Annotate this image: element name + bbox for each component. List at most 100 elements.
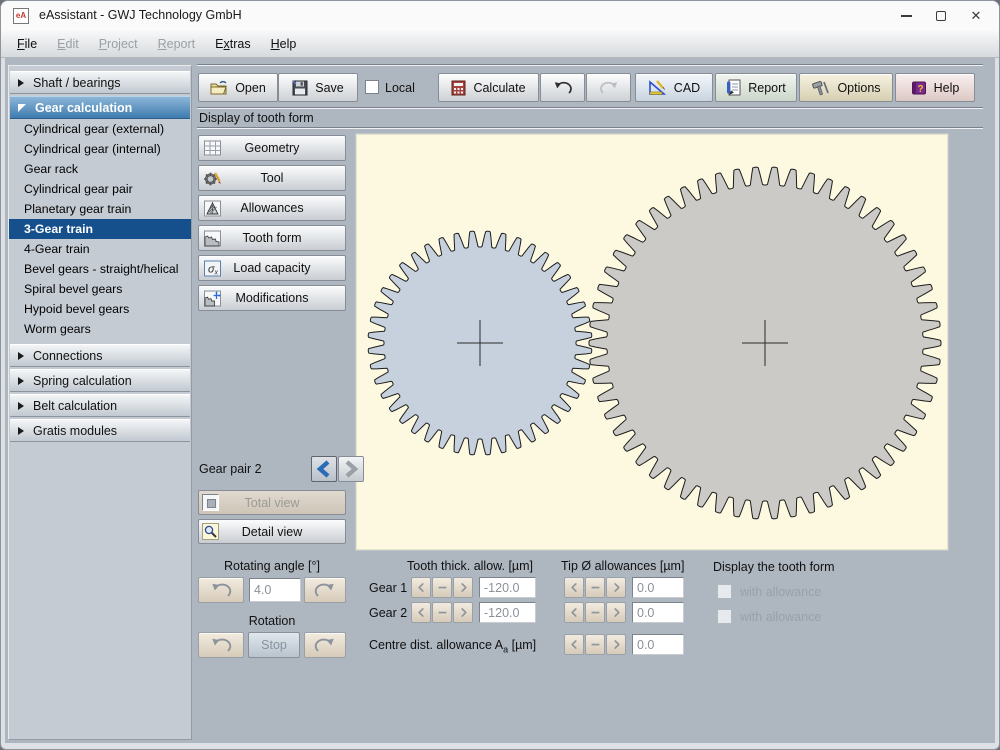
chevron-right-icon	[610, 581, 623, 594]
rotate-ccw-icon	[210, 582, 232, 598]
spinner-left-button[interactable]	[564, 634, 584, 655]
options-label: Options	[837, 81, 880, 95]
rotate-cw-step-button[interactable]	[304, 577, 346, 603]
sidebar-item-planetary-gear-train[interactable]: Planetary gear train	[9, 199, 191, 219]
sidebar-section-connections[interactable]: Connections	[10, 344, 190, 367]
gear2-tooth-allowance-input[interactable]	[479, 602, 536, 623]
sidebar-item-cylindrical-gear-external-[interactable]: Cylindrical gear (external)	[9, 119, 191, 139]
sidebar-item-cylindrical-gear-pair[interactable]: Cylindrical gear pair	[9, 179, 191, 199]
expand-triangle-icon	[18, 79, 24, 87]
sidebar-section-spring-calculation[interactable]: Spring calculation	[10, 369, 190, 392]
save-button[interactable]: Save	[278, 73, 358, 102]
minus-icon	[436, 581, 449, 594]
close-icon[interactable]: ✕	[959, 1, 993, 31]
rotate-ccw-step-button[interactable]	[198, 577, 244, 603]
gear2-tooth-spinner	[411, 602, 473, 623]
title-bar: eA eAssistant - GWJ Technology GmbH ✕	[1, 1, 999, 31]
report-label: Report	[748, 81, 786, 95]
chevron-left-icon	[415, 606, 428, 619]
sidebar-item-spiral-bevel-gears[interactable]: Spiral bevel gears	[9, 279, 191, 299]
report-button[interactable]: Report	[715, 73, 797, 102]
spinner-minus-button[interactable]	[585, 634, 605, 655]
tooth-thickness-header: Tooth thick. allow. [µm]	[407, 559, 533, 573]
chevron-left-icon	[568, 638, 581, 651]
minimize-icon[interactable]	[889, 1, 923, 31]
rotation-ccw-button[interactable]	[198, 632, 244, 658]
menu-report: Report	[148, 33, 206, 55]
menu-help[interactable]: Help	[261, 33, 307, 55]
sidebar-item-bevel-gears-straight-helical[interactable]: Bevel gears - straight/helical	[9, 259, 191, 279]
undo-button[interactable]	[540, 73, 585, 102]
chevron-left-icon	[315, 459, 333, 479]
tool-label: Tool	[261, 171, 284, 185]
local-checkbox[interactable]	[365, 80, 379, 94]
gear1-tip-allowance-input[interactable]	[632, 577, 684, 598]
spinner-right-button[interactable]	[453, 602, 473, 623]
sidebar-item-4-gear-train[interactable]: 4-Gear train	[9, 239, 191, 259]
collapse-triangle-icon	[18, 104, 26, 112]
rotate-cw-icon	[314, 637, 336, 653]
redo-icon	[599, 81, 619, 95]
minus-icon	[589, 581, 602, 594]
menu-extras[interactable]: Extras	[205, 33, 260, 55]
load-capacity-label: Load capacity	[233, 261, 310, 275]
rotation-label: Rotation	[198, 614, 346, 628]
open-button[interactable]: Open	[198, 73, 278, 102]
options-button[interactable]: Options	[799, 73, 893, 102]
centre-distance-allowance-input[interactable]	[632, 634, 684, 655]
sidebar-item-3-gear-train[interactable]: 3-Gear train	[9, 219, 191, 239]
spinner-left-button[interactable]	[411, 577, 431, 598]
spinner-left-button[interactable]	[411, 602, 431, 623]
spinner-minus-button[interactable]	[585, 577, 605, 598]
total-view-label: Total view	[245, 496, 300, 510]
spinner-minus-button[interactable]	[585, 602, 605, 623]
expand-triangle-icon	[18, 427, 24, 435]
allowances-button[interactable]: Allowances	[198, 195, 346, 221]
gear2-tip-spinner	[564, 602, 626, 623]
sidebar-section-belt-calculation[interactable]: Belt calculation	[10, 394, 190, 417]
sidebar-item-gear-rack[interactable]: Gear rack	[9, 159, 191, 179]
menu-file[interactable]: File	[7, 33, 47, 55]
report-document-icon	[726, 79, 741, 96]
tooth-form-button[interactable]: Tooth form	[198, 225, 346, 251]
calculate-button[interactable]: Calculate	[438, 73, 539, 102]
tooth-form-canvas[interactable]	[356, 134, 948, 550]
gear2-tip-allowance-input[interactable]	[632, 602, 684, 623]
cad-ruler-pencil-icon	[648, 79, 667, 96]
sidebar-item-worm-gears[interactable]: Worm gears	[9, 319, 191, 339]
maximize-icon[interactable]	[924, 1, 958, 31]
spinner-right-button[interactable]	[606, 634, 626, 655]
sidebar-item-hypoid-bevel-gears[interactable]: Hypoid bevel gears	[9, 299, 191, 319]
detail-view-button[interactable]: Detail view	[198, 519, 346, 544]
tool-button[interactable]: Tool	[198, 165, 346, 191]
gear1-tooth-allowance-input[interactable]	[479, 577, 536, 598]
cad-button[interactable]: CAD	[635, 73, 713, 102]
geometry-button[interactable]: Geometry	[198, 135, 346, 161]
gear2-label: Gear 2	[369, 606, 407, 620]
rotating-angle-input[interactable]	[249, 578, 301, 602]
open-folder-icon	[210, 80, 228, 96]
spinner-right-button[interactable]	[453, 577, 473, 598]
rotation-cw-button[interactable]	[304, 632, 346, 658]
spinner-minus-button[interactable]	[432, 577, 452, 598]
sidebar-section-shaft-bearings[interactable]: Shaft / bearings	[10, 71, 190, 94]
spinner-left-button[interactable]	[564, 602, 584, 623]
gear1-tip-spinner	[564, 577, 626, 598]
chevron-right-icon	[610, 638, 623, 651]
calculator-icon	[451, 80, 466, 96]
modifications-button[interactable]: Modifications	[198, 285, 346, 311]
load-capacity-button[interactable]: σ x Load capacity	[198, 255, 346, 281]
sidebar-section-gratis-modules[interactable]: Gratis modules	[10, 419, 190, 442]
expand-triangle-icon	[18, 402, 24, 410]
spinner-left-button[interactable]	[564, 577, 584, 598]
spinner-right-button[interactable]	[606, 577, 626, 598]
spinner-right-button[interactable]	[606, 602, 626, 623]
undo-icon	[553, 81, 573, 95]
spinner-minus-button[interactable]	[432, 602, 452, 623]
gear-pair-previous-button[interactable]	[311, 456, 337, 482]
sidebar-section-gear-calculation[interactable]: Gear calculation	[10, 96, 190, 119]
section-separator	[197, 127, 983, 129]
help-button[interactable]: ? Help	[895, 73, 975, 102]
sidebar-item-cylindrical-gear-internal-[interactable]: Cylindrical gear (internal)	[9, 139, 191, 159]
with-allowance-checkbox-2	[717, 609, 732, 624]
